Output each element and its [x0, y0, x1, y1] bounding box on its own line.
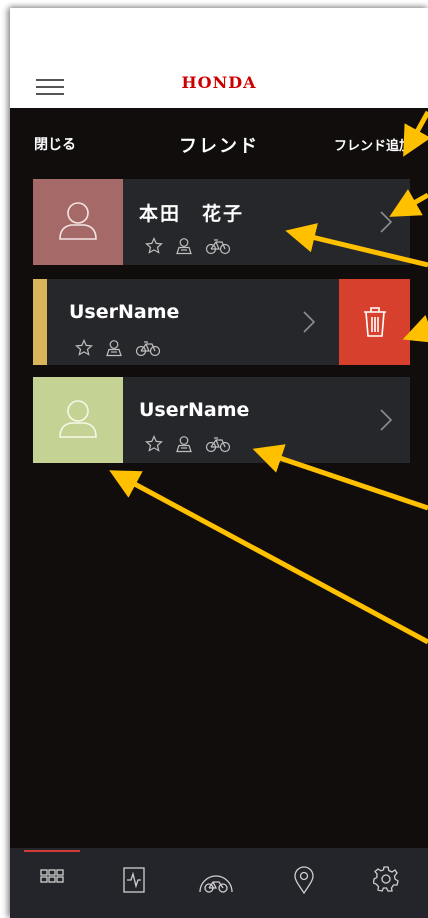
friend-color-strip — [33, 279, 47, 365]
friend-status-icons — [145, 435, 231, 453]
user-silhouette-icon — [59, 400, 97, 438]
friend-card-swiped[interactable]: UserName — [33, 279, 410, 365]
nav-report[interactable] — [114, 866, 154, 900]
rider-icon — [176, 436, 192, 453]
user-silhouette-icon — [59, 202, 97, 240]
bicycle-icon — [135, 341, 161, 357]
location-pin-icon — [294, 866, 314, 894]
friend-name: UserName — [139, 399, 250, 421]
bottom-navigation — [10, 848, 428, 918]
avatar — [33, 377, 123, 463]
report-icon — [123, 867, 145, 893]
friend-card[interactable]: UserName — [33, 377, 410, 463]
add-friend-button[interactable]: フレンド追加 — [334, 135, 412, 154]
friend-card[interactable]: 本田 花子 — [33, 179, 410, 265]
rider-icon — [106, 340, 122, 357]
friend-name: UserName — [69, 301, 180, 323]
active-tab-indicator — [24, 850, 80, 852]
settings-gear-icon — [373, 866, 399, 892]
status-bar — [10, 8, 428, 68]
friend-status-icons — [145, 237, 231, 255]
delete-friend-button[interactable] — [339, 279, 410, 365]
nav-dashboard[interactable] — [32, 866, 72, 900]
top-app-bar: HONDA — [10, 68, 428, 108]
rider-icon — [176, 238, 192, 255]
star-icon — [75, 339, 93, 356]
nav-location[interactable] — [284, 866, 324, 900]
bicycle-icon — [205, 239, 231, 255]
friends-header: 閉じる フレンド フレンド追加 — [10, 108, 428, 178]
nav-ride[interactable] — [196, 866, 236, 900]
dashboard-icon — [40, 869, 64, 883]
chevron-right-icon — [303, 311, 315, 333]
phone-screen: HONDA 閉じる フレンド フレンド追加 本田 花子 UserName Use… — [10, 8, 428, 918]
honda-logo: HONDA — [181, 73, 257, 92]
friend-name: 本田 花子 — [139, 203, 245, 225]
avatar — [33, 179, 123, 265]
star-icon — [145, 237, 163, 254]
chevron-right-icon — [380, 211, 392, 233]
bicycle-icon — [205, 437, 231, 453]
chevron-right-icon — [380, 409, 392, 431]
trash-icon — [364, 307, 386, 337]
speedometer-bike-icon — [199, 875, 233, 893]
nav-settings[interactable] — [366, 866, 406, 900]
star-icon — [145, 435, 163, 452]
friend-status-icons — [75, 339, 161, 357]
